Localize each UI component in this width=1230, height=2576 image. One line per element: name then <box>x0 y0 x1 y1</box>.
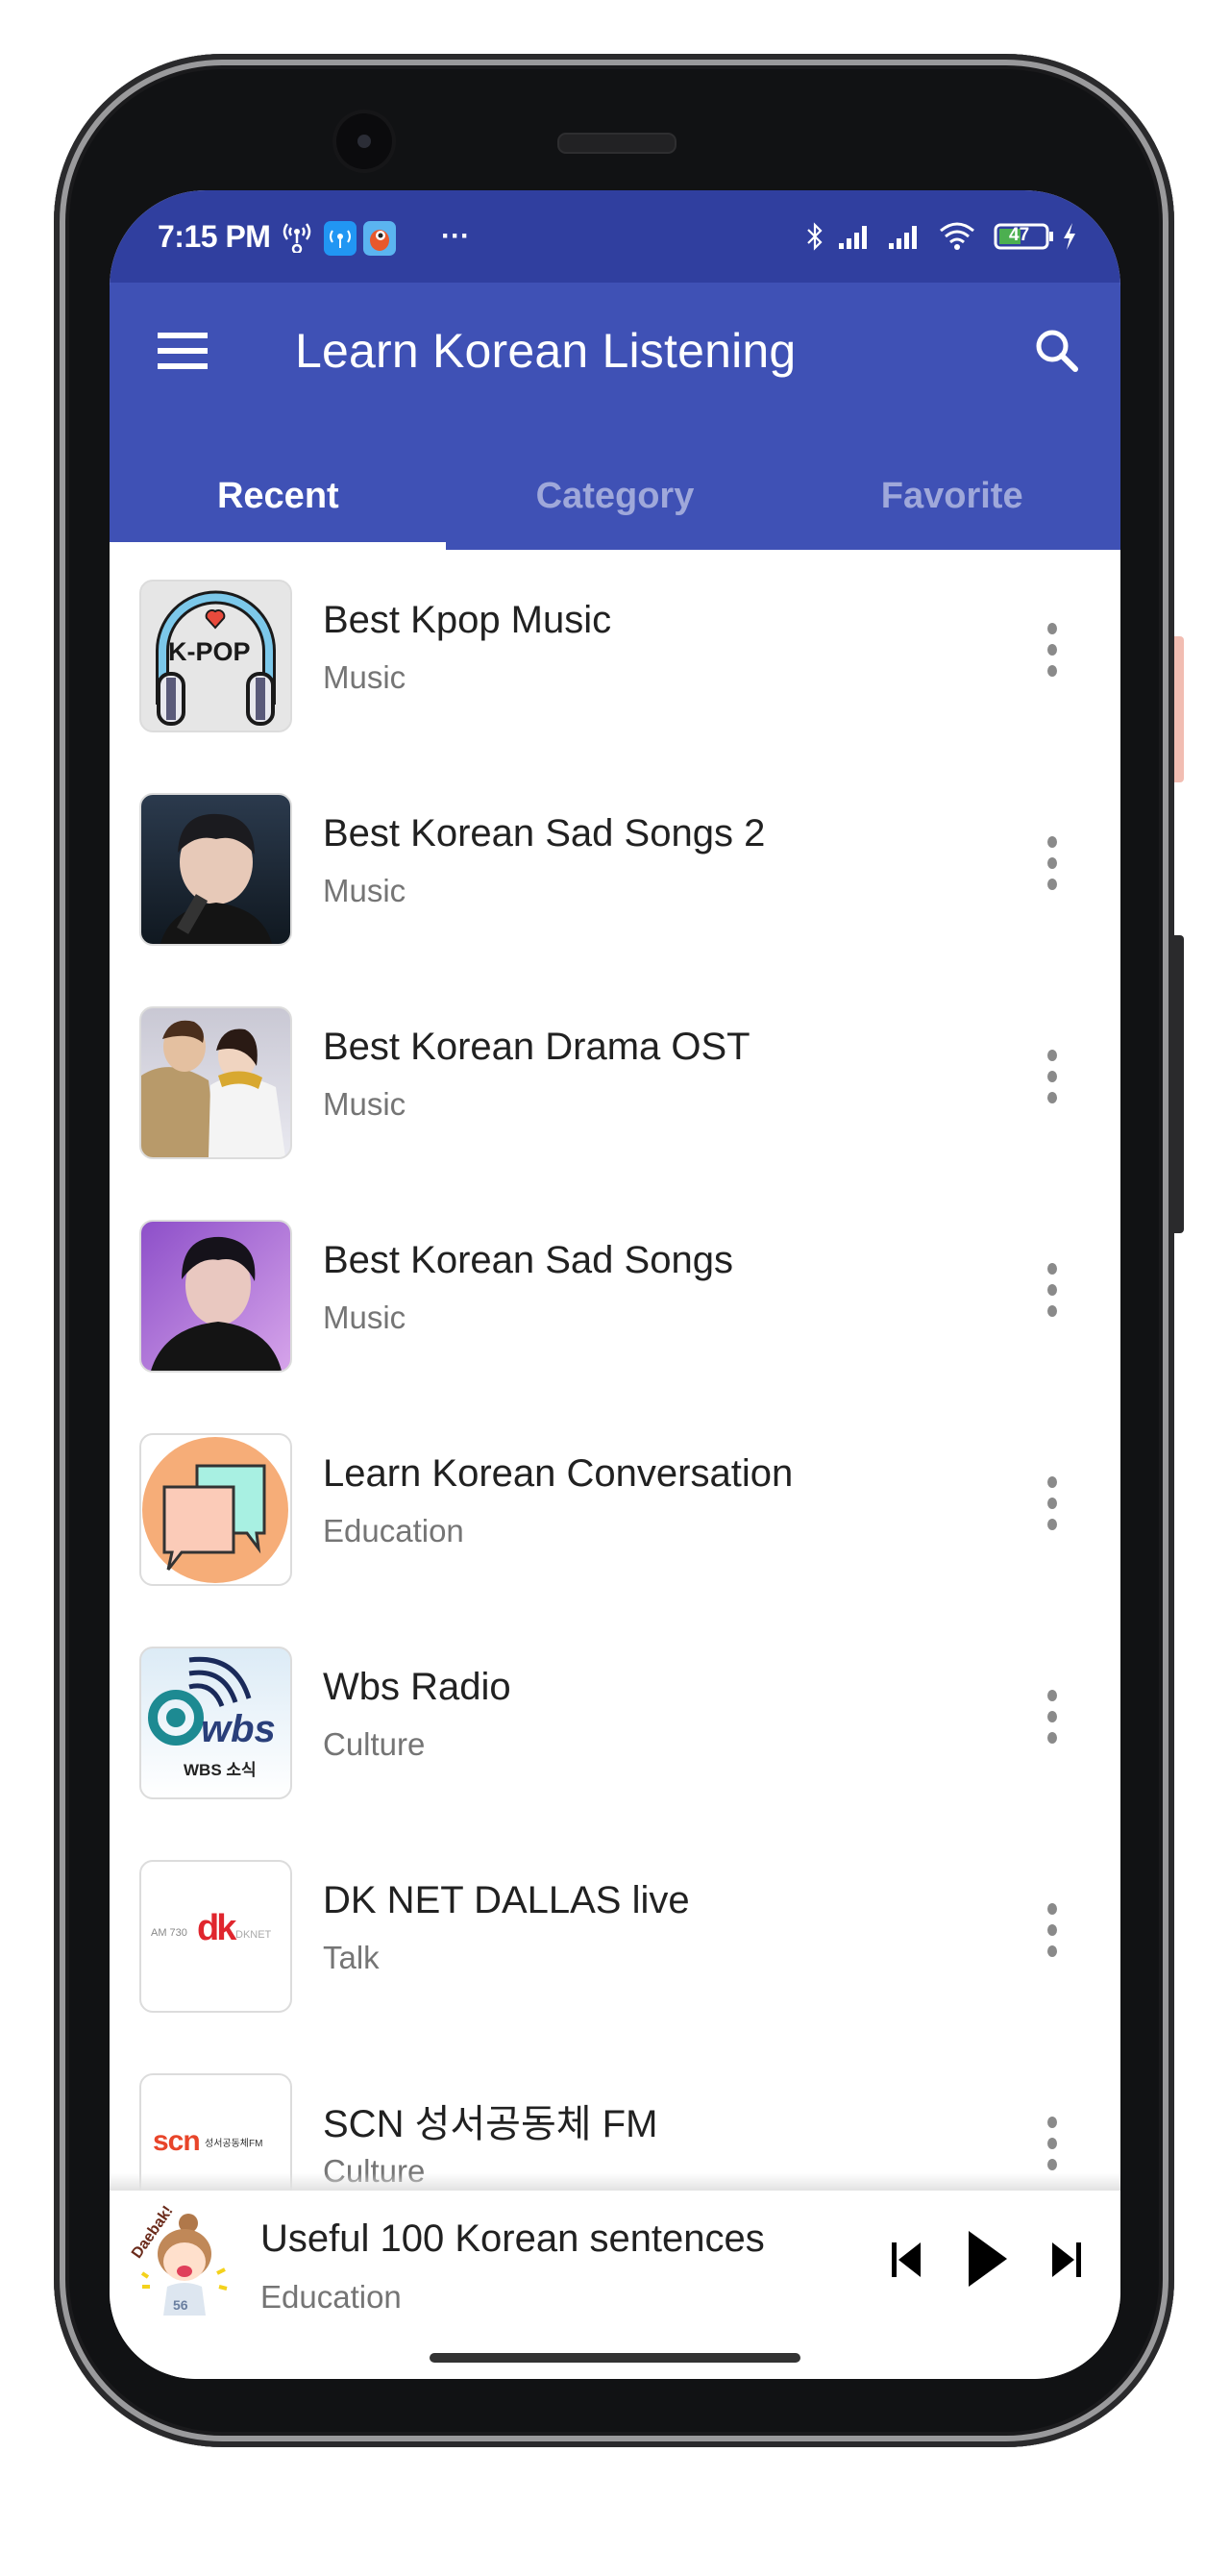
dknet-logo-thumbnail: AM 730 dk DKNET <box>139 1860 292 2013</box>
hamburger-icon <box>158 333 208 338</box>
item-title: Best Korean Sad Songs 2 <box>323 812 766 855</box>
chat-bubbles-thumbnail <box>139 1433 292 1586</box>
status-time: 7:15 PM <box>158 219 271 254</box>
more-options-button[interactable] <box>1030 1684 1072 1761</box>
daebak-sticker-art: 56 Daebak! <box>129 2203 234 2317</box>
signal-icon <box>836 221 874 252</box>
item-category: Music <box>323 1300 406 1335</box>
more-options-button[interactable] <box>1030 1471 1072 1548</box>
search-button[interactable] <box>1027 321 1089 383</box>
hamburger-icon-line <box>158 348 208 354</box>
wifi-app-icon <box>324 221 357 256</box>
dknet-logo-text: dk <box>197 1908 236 1948</box>
skip-next-icon <box>1052 2242 1081 2277</box>
wbs-logo-text: wbs <box>201 1708 276 1750</box>
list-item[interactable]: Best Korean Sad Songs 2 Music <box>110 777 1120 990</box>
tab-indicator <box>110 542 446 550</box>
singer-purple-thumbnail <box>139 1220 292 1373</box>
hamburger-icon-line <box>158 363 208 369</box>
skip-previous-icon <box>892 2242 921 2277</box>
wbs-logo-caption: WBS 소식 <box>184 1761 257 1779</box>
now-playing-title: Useful 100 Korean sentences <box>260 2217 765 2260</box>
item-title: Wbs Radio <box>323 1666 511 1708</box>
list-item[interactable]: scn 성서공동체FM SCN 성서공동체 FM Culture <box>110 2057 1120 2191</box>
front-camera <box>336 113 392 169</box>
item-category: Talk <box>323 1940 380 1975</box>
now-playing-category: Education <box>260 2279 402 2315</box>
item-title: Best Korean Drama OST <box>323 1026 750 1068</box>
volume-button <box>1174 935 1184 1233</box>
dknet-logo-prefix: AM 730 <box>151 1927 187 1939</box>
signal-icon-2 <box>886 221 924 252</box>
svg-text:56: 56 <box>173 2297 188 2313</box>
list-item[interactable]: Learn Korean Conversation Education <box>110 1417 1120 1630</box>
tab-bar: Recent Category Favorite <box>110 442 1120 550</box>
battery-level: 47 <box>1009 225 1030 245</box>
play-button[interactable] <box>957 2227 1015 2291</box>
more-options-button[interactable] <box>1030 1897 1072 1974</box>
scn-logo-text: scn <box>153 2125 201 2157</box>
more-options-button[interactable] <box>1030 617 1072 694</box>
power-button <box>1174 636 1184 782</box>
player-divider <box>110 2173 1120 2191</box>
mini-player[interactable]: 56 Daebak! Useful 100 Korean sentences E… <box>110 2173 1120 2379</box>
list-item[interactable]: wbs WBS 소식 Wbs Radio Culture <box>110 1630 1120 1844</box>
list-item[interactable]: AM 730 dk DKNET DK NET DALLAS live Talk <box>110 1844 1120 2057</box>
more-options-button[interactable] <box>1030 1044 1072 1121</box>
play-icon <box>969 2231 1007 2287</box>
earpiece-speaker <box>557 133 676 154</box>
battery-icon: 47 <box>994 221 1055 252</box>
hotspot-icon <box>278 221 316 253</box>
wbs-logo-thumbnail: wbs WBS 소식 <box>139 1647 292 1799</box>
item-category: Culture <box>323 1726 426 1762</box>
more-options-button[interactable] <box>1030 830 1072 907</box>
skip-next-button[interactable] <box>1046 2239 1089 2281</box>
list-item[interactable]: K-POP Best Kpop Music Music <box>110 563 1120 777</box>
screen: 7:15 PM ··· 47 Learn Korean Listening Re… <box>110 190 1120 2379</box>
more-notifications-icon: ··· <box>441 220 470 252</box>
kpop-headphones-thumbnail: K-POP <box>139 580 292 732</box>
item-title: DK NET DALLAS live <box>323 1879 690 1921</box>
item-title: Best Kpop Music <box>323 599 612 641</box>
item-title: Best Korean Sad Songs <box>323 1239 733 1281</box>
tab-favorite[interactable]: Favorite <box>783 442 1120 550</box>
wifi-icon <box>938 221 976 252</box>
item-category: Music <box>323 1086 406 1122</box>
bluetooth-icon <box>803 221 826 252</box>
app-title: Learn Korean Listening <box>295 324 797 378</box>
dknet-logo-suffix: DKNET <box>235 1929 272 1941</box>
charging-icon <box>1061 221 1078 252</box>
item-title: Learn Korean Conversation <box>323 1452 794 1495</box>
tab-recent[interactable]: Recent <box>110 442 447 550</box>
tab-label: Favorite <box>880 475 1023 516</box>
status-bar: 7:15 PM ··· 47 <box>110 190 1120 283</box>
tab-label: Category <box>535 475 695 516</box>
search-icon <box>1036 330 1078 372</box>
item-category: Music <box>323 873 406 908</box>
scn-logo-caption: 성서공동체FM <box>205 2139 263 2149</box>
recent-list: K-POP Best Kpop Music Music Best Korean … <box>110 550 1120 2191</box>
drama-couple-thumbnail <box>139 1006 292 1159</box>
more-options-button[interactable] <box>1030 1257 1072 1334</box>
singer-photo-thumbnail <box>139 793 292 946</box>
list-item[interactable]: Best Korean Drama OST Music <box>110 990 1120 1203</box>
item-title: SCN 성서공동체 FM <box>323 2103 658 2145</box>
item-category: Education <box>323 1513 464 1548</box>
skip-previous-button[interactable] <box>886 2239 928 2281</box>
tab-category[interactable]: Category <box>447 442 784 550</box>
item-category: Music <box>323 659 406 695</box>
menu-button[interactable] <box>158 333 209 371</box>
fish-app-icon <box>363 221 396 256</box>
home-indicator[interactable] <box>430 2353 800 2363</box>
app-toolbar: Learn Korean Listening <box>110 283 1120 442</box>
list-item[interactable]: Best Korean Sad Songs Music <box>110 1203 1120 1417</box>
tab-label: Recent <box>216 475 339 516</box>
kpop-thumb-text: K-POP <box>168 637 251 666</box>
